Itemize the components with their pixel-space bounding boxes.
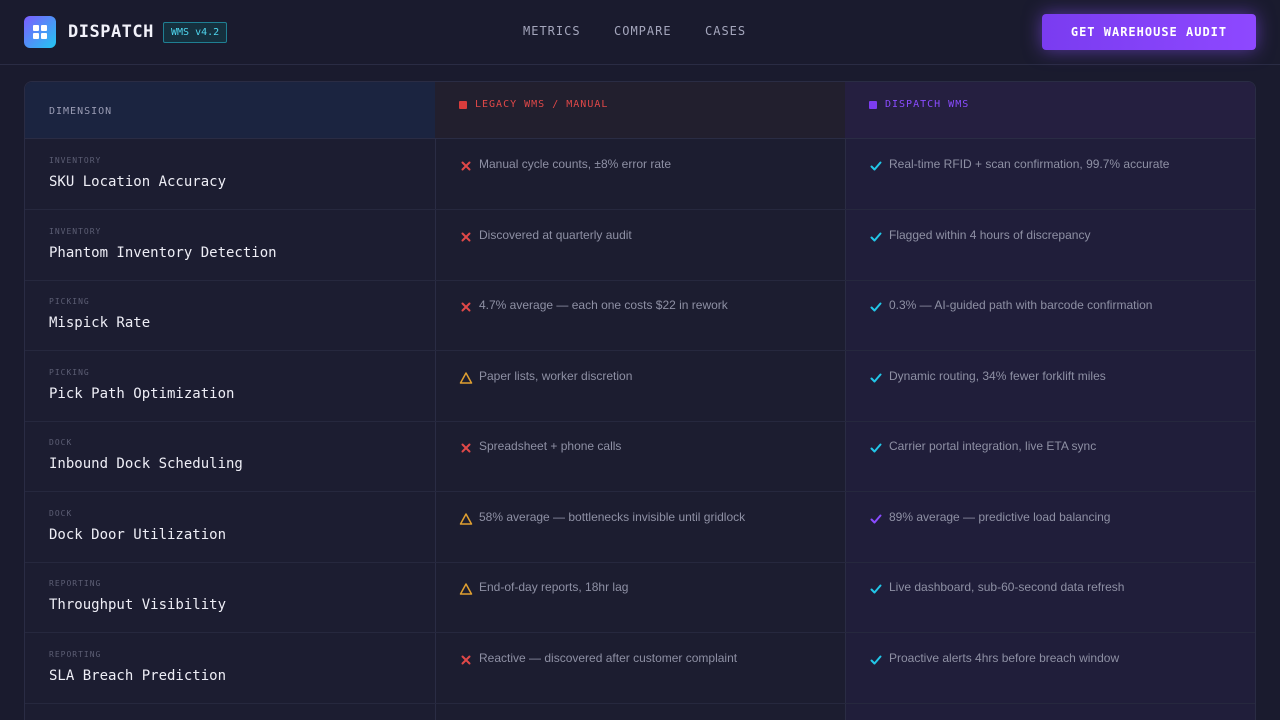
category-label: PICKING bbox=[49, 367, 90, 377]
dispatch-description: Proactive alerts 4hrs before breach wind… bbox=[889, 650, 1120, 665]
header-legacy-label: LEGACY WMS / MANUAL bbox=[475, 99, 609, 110]
dispatch-cell: 89% average — predictive load balancing bbox=[845, 492, 1255, 562]
legacy-description: Spreadsheet + phone calls bbox=[479, 439, 622, 453]
dispatch-description: Carrier portal integration, live ETA syn… bbox=[889, 439, 1097, 453]
dispatch-cell: Carrier portal integration, live ETA syn… bbox=[845, 421, 1255, 491]
legacy-cell: 58% average — bottlenecks invisible unti… bbox=[435, 492, 845, 562]
dimension-name: Phantom Inventory Detection bbox=[49, 244, 277, 261]
dispatch-cell: Proactive alerts 4hrs before breach wind… bbox=[845, 633, 1255, 703]
legacy-description: 58% average — bottlenecks invisible unti… bbox=[479, 509, 746, 524]
category-label: INVENTORY bbox=[49, 226, 102, 236]
category-label: PICKING bbox=[49, 297, 90, 306]
legacy-cell: 4.7% average — each one costs $22 in rew… bbox=[435, 280, 845, 350]
dispatch-description: Live dashboard, sub-60-second data refre… bbox=[889, 580, 1125, 594]
category-label: DOCK bbox=[49, 438, 73, 447]
dimension-name: SKU Location Accuracy bbox=[49, 174, 227, 190]
category-label: INVENTORY bbox=[49, 156, 102, 165]
check-icon bbox=[869, 581, 883, 595]
version-badge: WMS v4.2 bbox=[163, 22, 228, 43]
legacy-cell: Paper lists, worker discretion bbox=[435, 351, 845, 421]
legacy-description: Reactive — discovered after customer com… bbox=[479, 650, 738, 665]
dispatch-cell: Flagged within 4 hours of discrepancy bbox=[845, 210, 1255, 280]
dimension-cell: DOCK Dock Door Utilization bbox=[25, 492, 435, 562]
dimension-name: Throughput Visibility bbox=[49, 597, 227, 613]
dispatch-cell: 0.3% — AI-guided path with barcode confi… bbox=[845, 280, 1255, 350]
dispatch-description: 0.3% — AI-guided path with barcode confi… bbox=[889, 298, 1153, 312]
dispatch-cell: Dynamic routing, 34% fewer forklift mile… bbox=[845, 351, 1255, 421]
dimension-cell: INVENTORY Phantom Inventory Detection bbox=[25, 210, 435, 280]
table-row: REPORTING SLA Breach Prediction Reactive —… bbox=[25, 633, 1255, 704]
dimension-cell: INVENTORY SKU Location Accuracy bbox=[25, 139, 435, 209]
legacy-description: Discovered at quarterly audit bbox=[479, 227, 632, 242]
grid-icon bbox=[33, 25, 47, 39]
table-row: INVENTORY SKU Location Accuracy Manual cyc… bbox=[25, 139, 1255, 210]
comparison-table: DIMENSION LEGACY WMS / MANUAL DISPATCH W… bbox=[24, 81, 1256, 720]
dispatch-dot-icon bbox=[869, 101, 877, 109]
cross-icon bbox=[459, 158, 473, 172]
legacy-cell: End-of-day reports, 18hr lag bbox=[435, 562, 845, 632]
dimension-cell: REPORTING SLA Breach Prediction bbox=[25, 633, 435, 703]
category-label: REPORTING bbox=[49, 649, 102, 659]
cross-icon bbox=[459, 299, 473, 313]
header-dispatch: DISPATCH WMS bbox=[845, 82, 1255, 138]
nav-cases[interactable]: CASES bbox=[705, 23, 746, 39]
category-label: DOCK bbox=[49, 508, 73, 518]
dimension-cell: PICKING Pick Path Optimization bbox=[25, 351, 435, 421]
table-row: INVENTORY Phantom Inventory Detection Disc… bbox=[25, 210, 1255, 281]
legacy-dot-icon bbox=[459, 101, 467, 109]
warning-icon bbox=[459, 370, 473, 384]
legacy-cell: Discovered at quarterly audit bbox=[435, 210, 845, 280]
dimension-name: Dock Door Utilization bbox=[49, 526, 227, 543]
dimension-cell: REPORTING Throughput Visibility bbox=[25, 562, 435, 632]
check-icon bbox=[869, 299, 883, 313]
cross-icon bbox=[459, 652, 473, 666]
dimension-name: Mispick Rate bbox=[49, 315, 151, 331]
dispatch-description: Flagged within 4 hours of discrepancy bbox=[889, 227, 1091, 242]
get-audit-button[interactable]: GET WAREHOUSE AUDIT bbox=[1042, 14, 1256, 50]
table-header: DIMENSION LEGACY WMS / MANUAL DISPATCH W… bbox=[25, 82, 1255, 139]
top-navbar: DISPATCH WMS v4.2 METRICS COMPARE CASES … bbox=[0, 0, 1280, 65]
check-icon bbox=[869, 229, 883, 243]
dispatch-description: Dynamic routing, 34% fewer forklift mile… bbox=[889, 368, 1106, 383]
brand-name: DISPATCH bbox=[68, 22, 154, 42]
dispatch-cell: Live dashboard, sub-60-second data refre… bbox=[845, 562, 1255, 632]
header-legacy: LEGACY WMS / MANUAL bbox=[435, 82, 845, 138]
check-icon bbox=[869, 370, 883, 384]
dimension-name: Inbound Dock Scheduling bbox=[49, 456, 243, 472]
dispatch-cell: Real-time RFID + scan confirmation, 99.7… bbox=[845, 139, 1255, 209]
nav-metrics[interactable]: METRICS bbox=[523, 23, 581, 39]
cross-icon bbox=[459, 440, 473, 454]
dimension-cell: DOCK Inbound Dock Scheduling bbox=[25, 421, 435, 491]
check-icon bbox=[869, 511, 883, 525]
legacy-description: Paper lists, worker discretion bbox=[479, 368, 633, 383]
table-row: DOCK Inbound Dock Scheduling Spreadsheet +… bbox=[25, 421, 1255, 492]
dimension-name: SLA Breach Prediction bbox=[49, 667, 227, 684]
legacy-description: 4.7% average — each one costs $22 in rew… bbox=[479, 298, 728, 312]
legacy-description: Manual cycle counts, ±8% error rate bbox=[479, 157, 671, 171]
check-icon bbox=[869, 158, 883, 172]
category-label: REPORTING bbox=[49, 579, 102, 588]
check-icon bbox=[869, 440, 883, 454]
header-dimension-label: DIMENSION bbox=[49, 106, 113, 117]
dispatch-description: 89% average — predictive load balancing bbox=[889, 509, 1111, 524]
table-row: DOCK Dock Door Utilization 58% average — b… bbox=[25, 492, 1255, 563]
table-row: PICKING Mispick Rate 4.7% average — each o… bbox=[25, 280, 1255, 351]
cross-icon bbox=[459, 229, 473, 243]
dimension-name: Pick Path Optimization bbox=[49, 385, 235, 402]
warning-icon bbox=[459, 581, 473, 595]
header-dimension: DIMENSION bbox=[25, 82, 435, 138]
nav-compare[interactable]: COMPARE bbox=[614, 23, 672, 39]
dispatch-description: Real-time RFID + scan confirmation, 99.7… bbox=[889, 157, 1170, 171]
dimension-cell: PICKING Mispick Rate bbox=[25, 280, 435, 350]
legacy-cell: Reactive — discovered after customer com… bbox=[435, 633, 845, 703]
legacy-cell: Manual cycle counts, ±8% error rate bbox=[435, 139, 845, 209]
check-icon bbox=[869, 652, 883, 666]
legacy-cell: Spreadsheet + phone calls bbox=[435, 421, 845, 491]
warning-icon bbox=[459, 511, 473, 525]
logo[interactable] bbox=[24, 16, 56, 48]
header-dispatch-label: DISPATCH WMS bbox=[885, 99, 970, 110]
legacy-description: End-of-day reports, 18hr lag bbox=[479, 580, 629, 594]
table-row: PICKING Pick Path Optimization Paper lists… bbox=[25, 351, 1255, 422]
table-row: REPORTING Throughput Visibility End-of-day… bbox=[25, 562, 1255, 633]
